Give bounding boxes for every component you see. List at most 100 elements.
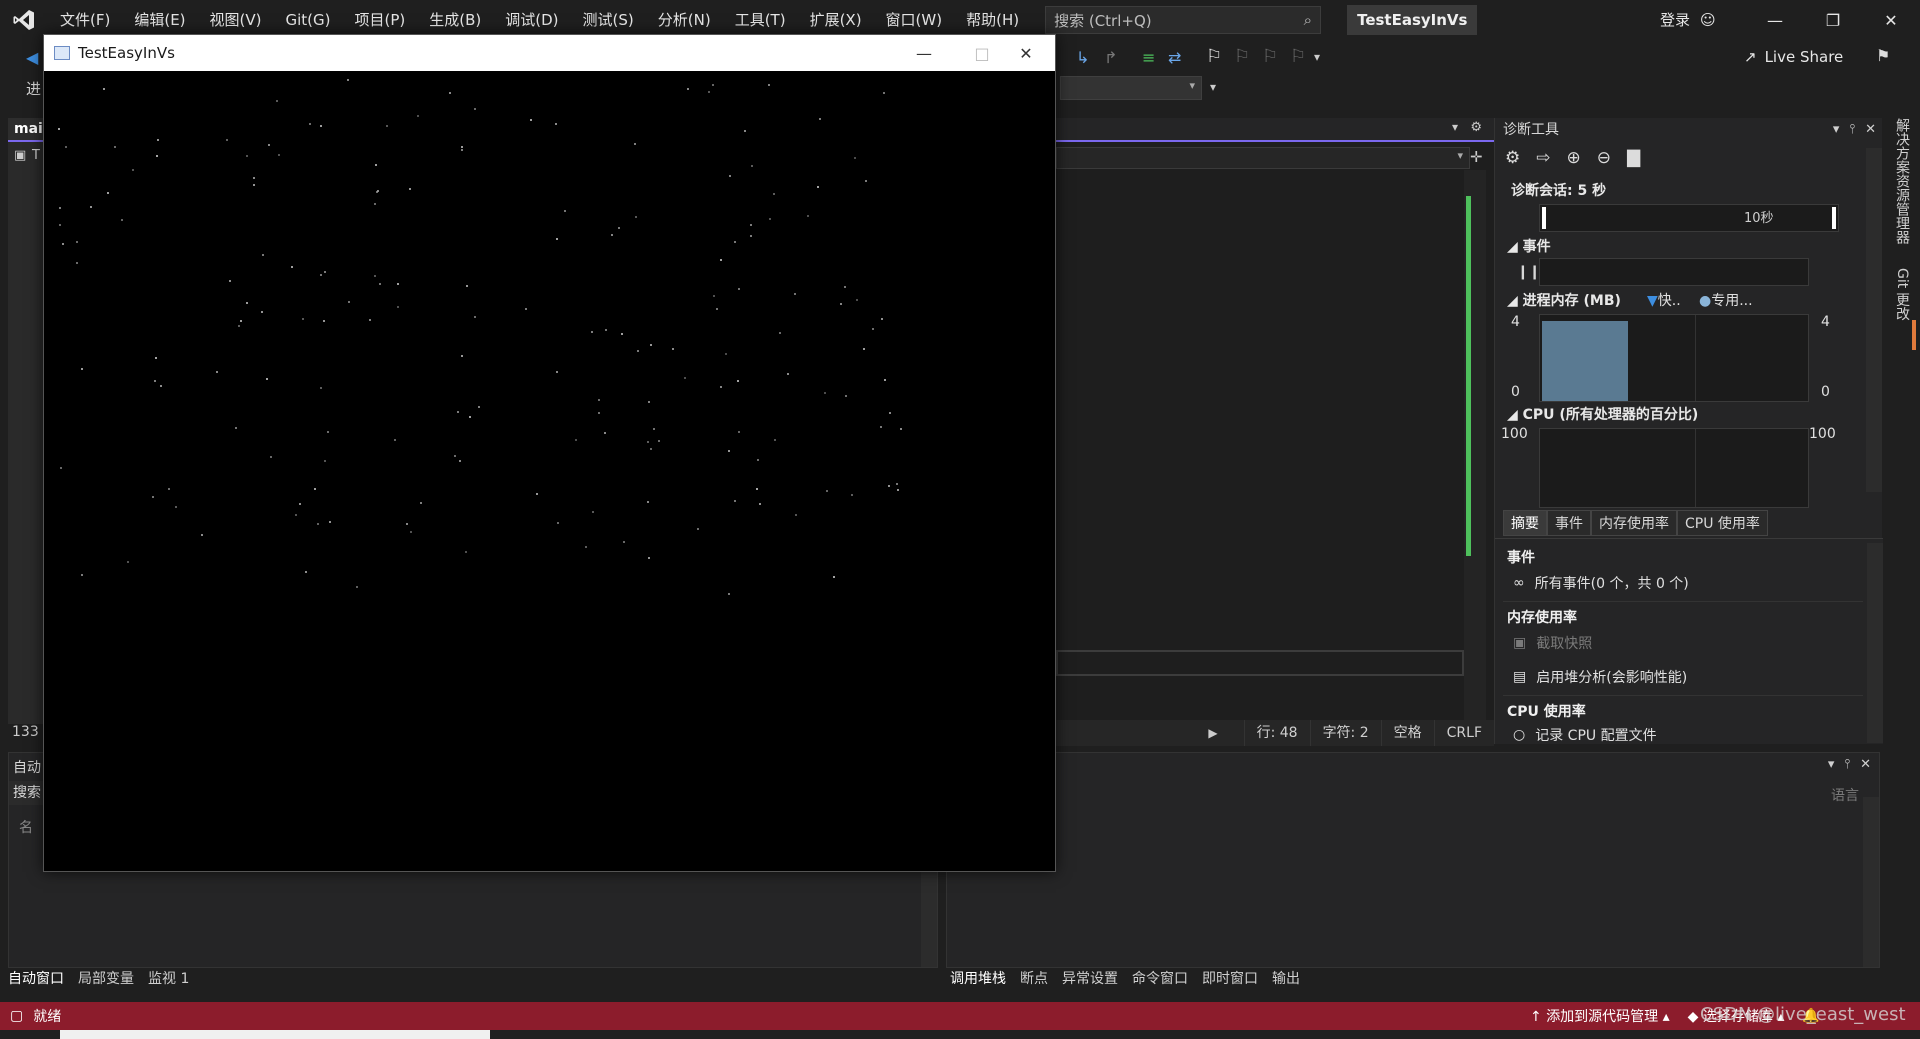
tab-memory-usage[interactable]: 内存使用率 [1591, 510, 1677, 536]
editor-inline-field[interactable] [1056, 650, 1464, 676]
tab-immediate-window[interactable]: 即时窗口 [1202, 968, 1258, 994]
reset-zoom-icon[interactable]: ▇ [1627, 148, 1640, 168]
star-dot [200, 534, 203, 537]
document-tab-main[interactable]: mai [8, 118, 44, 142]
feedback-person-icon[interactable]: ☺ [1700, 0, 1716, 40]
zoom-out-icon[interactable]: ⊖ [1597, 148, 1611, 168]
tab-locals[interactable]: 局部变量 [78, 968, 134, 994]
memory-section-title[interactable]: ◢ 进程内存 (MB) [1507, 290, 1621, 310]
star-dot [724, 352, 727, 355]
bookmark-icon[interactable]: ⚐ [1206, 46, 1222, 67]
next-bookmark-icon[interactable]: ⚐ [1262, 46, 1278, 67]
tab-list-chevron-icon[interactable]: ▾ [1452, 120, 1458, 134]
memory-axis-min-right: 0 [1821, 384, 1830, 400]
tab-watch-1[interactable]: 监视 1 [148, 968, 189, 994]
autos-scrollbar[interactable] [921, 869, 937, 967]
tab-cpu-usage[interactable]: CPU 使用率 [1677, 510, 1768, 536]
output-message-icon[interactable]: ▢ [10, 1008, 23, 1024]
comment-icon[interactable]: ≡ [1142, 48, 1155, 67]
star-dot [773, 439, 776, 442]
restore-button[interactable]: ❐ [1804, 0, 1862, 40]
autos-name-column[interactable]: 名 [19, 817, 33, 837]
cpu-section-title[interactable]: ◢ CPU (所有处理器的百分比) [1507, 404, 1698, 424]
member-navigation-dropdown[interactable]: ▾ [1056, 147, 1470, 169]
close-button[interactable]: ✕ [1862, 0, 1920, 40]
pin-icon[interactable]: ⫯ [1849, 118, 1855, 142]
all-events-link[interactable]: ∞ 所有事件(0 个，共 0 个) [1513, 573, 1689, 593]
star-dot [733, 499, 736, 502]
login-link[interactable]: 登录 [1660, 0, 1690, 40]
whitespace-mode[interactable]: 空格 [1380, 720, 1434, 746]
diagnostic-lower-scrollbar[interactable] [1867, 543, 1883, 743]
take-snapshot-button[interactable]: ▣ 截取快照 [1513, 633, 1592, 653]
heap-analysis-toggle[interactable]: ▤ 启用堆分析(会影响性能) [1513, 667, 1687, 687]
tab-output[interactable]: 输出 [1272, 968, 1300, 994]
solution-name-badge[interactable]: TestEasyInVs [1347, 5, 1478, 35]
search-input[interactable]: 搜索 (Ctrl+Q) ⌕ [1045, 6, 1322, 34]
tab-git-changes[interactable]: Git 更改 [1892, 268, 1912, 321]
export-icon[interactable]: ⇨ [1536, 148, 1550, 168]
toolbar-overflow-icon[interactable]: ▾ [1314, 50, 1320, 64]
timeline-start-handle[interactable] [1542, 207, 1546, 229]
panel-menu-chevron-icon[interactable]: ▾ [1828, 757, 1835, 772]
star-dot [58, 207, 61, 210]
pin-icon[interactable]: ⫯ [1844, 757, 1850, 772]
preview-feature-icon[interactable]: ⚑ [1876, 46, 1890, 65]
app-minimize-button[interactable]: — [895, 35, 953, 71]
tab-call-stack[interactable]: 调用堆栈 [950, 968, 1006, 994]
diagnostic-upper-scrollbar[interactable] [1866, 148, 1882, 492]
call-stack-scrollbar[interactable] [1863, 797, 1879, 967]
panel-close-icon[interactable]: ✕ [1860, 757, 1871, 772]
scroll-right-icon[interactable]: ▶ [1208, 726, 1217, 740]
easyx-app-window[interactable]: TestEasyInVs — □ ✕ [43, 34, 1056, 872]
panel-menu-chevron-icon[interactable]: ▾ [1833, 118, 1840, 142]
thread-dropdown[interactable]: ▾ [1060, 76, 1202, 100]
star-dot [592, 511, 595, 514]
events-section-title[interactable]: ◢ 事件 [1507, 236, 1551, 256]
add-to-source-control-button[interactable]: ↑ 添加到源代码管理 ▴ [1530, 1006, 1670, 1026]
settings-gear-icon[interactable]: ⚙ [1505, 148, 1520, 168]
tab-events[interactable]: 事件 [1547, 510, 1591, 536]
uncomment-icon[interactable]: ⇄ [1168, 48, 1181, 67]
editor-settings-icon[interactable]: ⚙ [1470, 120, 1482, 135]
app-title-bar[interactable]: TestEasyInVs — □ ✕ [44, 35, 1055, 71]
starfield-canvas[interactable] [44, 71, 1055, 871]
char-number[interactable]: 字符: 2 [1309, 720, 1381, 746]
search-icon: ⌕ [1303, 11, 1313, 29]
zoom-in-icon[interactable]: ⊕ [1567, 148, 1581, 168]
line-number[interactable]: 行: 48 [1243, 720, 1310, 746]
tab-command-window[interactable]: 命令窗口 [1132, 968, 1188, 994]
memory-chart[interactable] [1539, 314, 1809, 402]
tab-solution-explorer[interactable]: 解决方案资源管理器 [1892, 118, 1912, 244]
live-share-button[interactable]: ↗ Live Share [1744, 48, 1843, 66]
clear-bookmark-icon[interactable]: ⚐ [1290, 46, 1306, 67]
star-dot [375, 190, 378, 193]
autos-tab-strip: 自动窗口 局部变量 监视 1 [8, 968, 189, 994]
record-cpu-profile-button[interactable]: ○ 记录 CPU 配置文件 [1513, 727, 1657, 743]
timeline-end-handle[interactable] [1832, 207, 1836, 229]
tab-exception-settings[interactable]: 异常设置 [1062, 968, 1118, 994]
step-out-icon[interactable]: ↱ [1104, 48, 1117, 67]
tab-summary[interactable]: 摘要 [1503, 510, 1547, 536]
visual-studio-logo-icon[interactable] [0, 0, 48, 40]
event-pause-icon[interactable]: ❙❙ [1517, 264, 1540, 280]
step-into-icon[interactable]: ↳ [1076, 48, 1089, 67]
panel-close-icon[interactable]: ✕ [1865, 118, 1876, 142]
toolbar2-overflow-icon[interactable]: ▾ [1210, 80, 1216, 94]
timeline-ruler[interactable]: 10秒 [1539, 204, 1839, 232]
tab-breakpoints[interactable]: 断点 [1020, 968, 1048, 994]
app-close-button[interactable]: ✕ [997, 35, 1055, 71]
prev-bookmark-icon[interactable]: ⚐ [1234, 46, 1250, 67]
back-nav-icon[interactable]: ◀ [26, 48, 38, 67]
minimize-button[interactable]: — [1746, 0, 1804, 40]
diagnostic-toolbar: ⚙ ⇨ ⊕ ⊖ ▇ [1505, 148, 1640, 168]
code-editor[interactable] [1056, 142, 1494, 720]
language-column[interactable]: 语言 [1831, 785, 1859, 805]
login-area[interactable]: 登录 ☺ [1660, 0, 1716, 40]
star-dot [896, 482, 899, 485]
star-dot [779, 332, 782, 335]
split-editor-icon[interactable]: ✛ [1470, 148, 1483, 166]
line-ending[interactable]: CRLF [1433, 720, 1494, 746]
tab-autos[interactable]: 自动窗口 [8, 968, 64, 994]
cpu-chart[interactable] [1539, 428, 1809, 508]
